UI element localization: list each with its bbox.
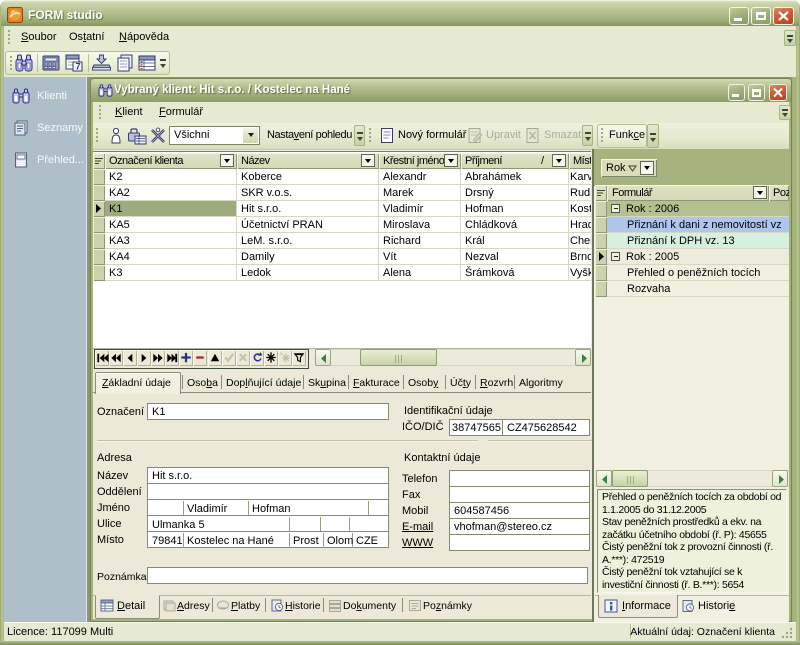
svg-text:7: 7	[76, 62, 81, 72]
